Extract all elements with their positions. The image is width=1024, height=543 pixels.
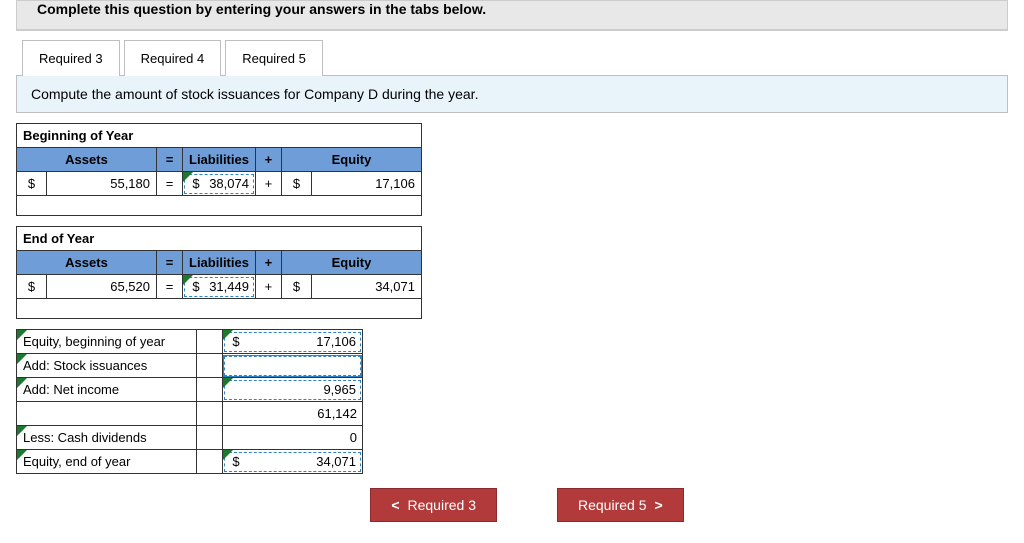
prompt-text: Compute the amount of stock issuances fo…: [31, 86, 478, 102]
end-equals-header: =: [157, 251, 183, 275]
beg-equity-value[interactable]: 17,106: [311, 172, 421, 196]
tab-prompt: Compute the amount of stock issuances fo…: [16, 75, 1008, 113]
chevron-left-icon: <: [391, 497, 399, 513]
end-equity-currency: $: [281, 275, 311, 299]
roll-row-4-mid: [197, 402, 223, 426]
roll-row-5-mid: [197, 426, 223, 450]
end-equity-value[interactable]: 34,071: [311, 275, 421, 299]
beg-equity-currency: $: [281, 172, 311, 196]
equity-header: Equity: [281, 148, 421, 172]
end-plus-header: +: [255, 251, 281, 275]
instruction-banner: Complete this question by entering your …: [16, 0, 1008, 31]
roll-row-3-label[interactable]: Add: Net income: [17, 378, 197, 402]
beg-liabilities-input[interactable]: $38,074: [183, 172, 256, 196]
roll-row-4-value[interactable]: 61,142: [223, 402, 363, 426]
end-liabilities-input[interactable]: $31,449: [183, 275, 256, 299]
tab-required-5[interactable]: Required 5: [225, 40, 323, 76]
beg-equals: =: [157, 172, 183, 196]
roll-row-4-label[interactable]: [17, 402, 197, 426]
roll-row-2-value[interactable]: [223, 354, 363, 378]
roll-row-6-label[interactable]: Equity, end of year: [17, 450, 197, 474]
chevron-right-icon: >: [655, 497, 663, 513]
end-liabilities-header: Liabilities: [183, 251, 256, 275]
end-equals: =: [157, 275, 183, 299]
equity-roll-table: Equity, beginning of year $17,106 Add: S…: [16, 329, 363, 474]
next-button[interactable]: Required 5 >: [557, 488, 684, 522]
next-label: Required 5: [578, 497, 647, 513]
roll-row-6-value[interactable]: $34,071: [223, 450, 363, 474]
plus-header: +: [255, 148, 281, 172]
roll-row-2-label[interactable]: Add: Stock issuances: [17, 354, 197, 378]
nav-row: < Required 3 Required 5 >: [16, 488, 1008, 522]
tab-required-3[interactable]: Required 3: [22, 40, 120, 76]
equals-header: =: [157, 148, 183, 172]
liabilities-header: Liabilities: [183, 148, 256, 172]
roll-row-6-mid: [197, 450, 223, 474]
beginning-title: Beginning of Year: [17, 124, 422, 148]
roll-row-1-value[interactable]: $17,106: [223, 330, 363, 354]
end-plus: +: [255, 275, 281, 299]
roll-row-3-value[interactable]: 9,965: [223, 378, 363, 402]
roll-row-5-value[interactable]: 0: [223, 426, 363, 450]
tabs-row: Required 3 Required 4 Required 5: [16, 39, 1008, 75]
assets-header: Assets: [17, 148, 157, 172]
instruction-text: Complete this question by entering your …: [37, 1, 486, 17]
beg-plus: +: [255, 172, 281, 196]
end-assets-header: Assets: [17, 251, 157, 275]
beginning-of-year-table: Beginning of Year Assets = Liabilities +…: [16, 123, 422, 216]
beg-assets-value[interactable]: 55,180: [47, 172, 157, 196]
tab-required-4[interactable]: Required 4: [124, 40, 222, 76]
roll-row-5-label[interactable]: Less: Cash dividends: [17, 426, 197, 450]
roll-row-3-mid: [197, 378, 223, 402]
prev-button[interactable]: < Required 3: [370, 488, 497, 522]
end-title: End of Year: [17, 227, 422, 251]
end-assets-value[interactable]: 65,520: [47, 275, 157, 299]
roll-row-2-mid: [197, 354, 223, 378]
beg-assets-currency: $: [17, 172, 47, 196]
end-of-year-table: End of Year Assets = Liabilities + Equit…: [16, 226, 422, 319]
end-equity-header: Equity: [281, 251, 421, 275]
roll-row-1-label[interactable]: Equity, beginning of year: [17, 330, 197, 354]
roll-row-1-mid: [197, 330, 223, 354]
prev-label: Required 3: [408, 497, 477, 513]
end-assets-currency: $: [17, 275, 47, 299]
